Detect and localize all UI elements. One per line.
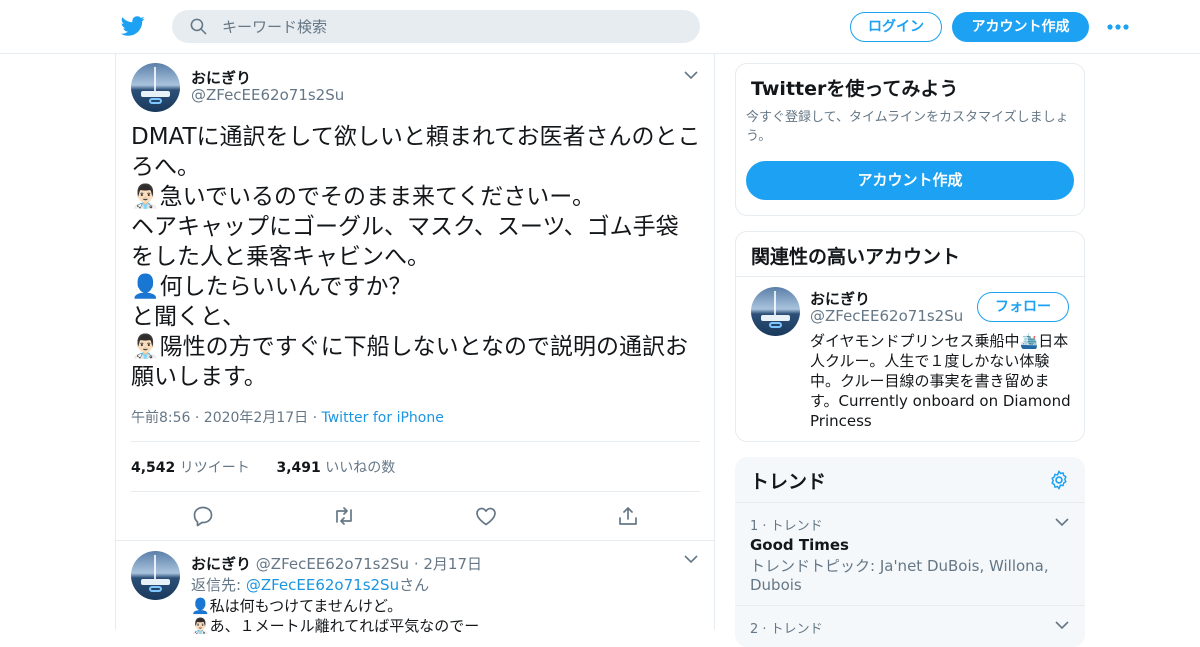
tweet-source-link[interactable]: Twitter for iPhone — [322, 410, 444, 426]
share-icon[interactable] — [616, 504, 640, 528]
reply-author-handle[interactable]: @ZFecEE62o71s2Su — [256, 555, 409, 573]
related-account-bio: ダイヤモンドプリンセス乗船中🛳️日本人クルー。人生で１度しかない体験中。クルー目… — [810, 332, 1071, 430]
trend-rank: 2 · トレンド — [750, 622, 823, 637]
reply-date[interactable]: · 2月17日 — [414, 555, 482, 573]
divider — [131, 491, 700, 492]
retweet-count: 4,542 — [131, 460, 176, 476]
reply-icon[interactable] — [191, 504, 215, 528]
gear-icon[interactable] — [1048, 469, 1070, 491]
reply-text-line: 👤私は何もつけてませんけど。 — [191, 597, 403, 615]
retweet-label: リツイート — [175, 460, 250, 476]
reply-prefix: 返信先: — [191, 576, 246, 594]
top-bar: ログイン アカウント作成 — [0, 0, 1200, 54]
reply-suffix: さん — [399, 576, 430, 594]
chevron-down-icon[interactable] — [1055, 620, 1069, 630]
follow-button[interactable]: フォロー — [977, 292, 1069, 322]
trend-name[interactable]: Good Times — [750, 536, 849, 554]
like-stat[interactable]: 3,491 いいねの数 — [276, 460, 395, 476]
replying-to: 返信先: @ZFecEE62o71s2Suさん — [191, 574, 429, 595]
signup-button[interactable]: アカウント作成 — [952, 12, 1089, 42]
trends-card: トレンド 1 · トレンド Good Times トレンドトピック: Ja'ne… — [735, 457, 1085, 647]
chevron-down-icon[interactable] — [684, 70, 698, 80]
like-label: いいねの数 — [320, 460, 396, 476]
card-title: Twitterを使ってみよう — [751, 78, 959, 100]
divider — [131, 441, 700, 442]
reply-avatar[interactable] — [131, 551, 180, 600]
related-avatar[interactable] — [751, 287, 800, 336]
like-heart-icon[interactable] — [474, 504, 498, 528]
reply-to-link[interactable]: @ZFecEE62o71s2Su — [246, 576, 399, 594]
tweet-text: DMATに通訳をして欲しいと頼まれてお医者さんのところへ。 👨🏻‍⚕️急いでいる… — [131, 124, 701, 390]
like-count: 3,491 — [276, 460, 321, 476]
create-account-button[interactable]: アカウント作成 — [746, 161, 1074, 200]
retweet-icon[interactable] — [332, 504, 356, 528]
search-box[interactable] — [172, 10, 700, 43]
author-handle[interactable]: @ZFecEE62o71s2Su — [191, 86, 344, 104]
meta-separator: · — [308, 410, 322, 426]
author-name[interactable]: おにぎり — [191, 67, 251, 88]
avatar[interactable] — [131, 63, 180, 112]
reply-text-line: 👨🏻‍⚕️あ、１メートル離れてれば平気なのでー — [191, 617, 480, 635]
login-button[interactable]: ログイン — [850, 12, 942, 42]
tweet-meta: 午前8:56 · 2020年2月17日 · Twitter for iPhone — [131, 407, 444, 427]
tweet-timestamp[interactable]: 午前8:56 · 2020年2月17日 — [131, 410, 308, 426]
divider — [735, 605, 1085, 606]
related-account-name[interactable]: おにぎり — [810, 288, 870, 309]
search-icon — [190, 18, 207, 35]
tweet-column: おにぎり @ZFecEE62o71s2Su DMATに通訳をして欲しいと頼まれて… — [115, 54, 715, 635]
tweet-stats: 4,542 リツイート 3,491 いいねの数 — [131, 457, 395, 477]
twitter-bird-icon[interactable] — [120, 14, 146, 38]
more-options-icon[interactable] — [1106, 20, 1130, 34]
search-input[interactable] — [222, 14, 682, 39]
card-title: 関連性の高いアカウント — [751, 246, 961, 268]
chevron-down-icon[interactable] — [684, 554, 698, 564]
related-accounts-card: 関連性の高いアカウント おにぎり @ZFecEE62o71s2Su フォロー ダ… — [735, 231, 1085, 442]
retweet-stat[interactable]: 4,542 リツイート — [131, 460, 250, 476]
card-title: トレンド — [750, 471, 827, 493]
reply-author-name[interactable]: おにぎり — [191, 555, 251, 573]
trend-topics: トレンドトピック: Ja'net DuBois, Willona, Dubois — [750, 557, 1049, 594]
related-account-handle[interactable]: @ZFecEE62o71s2Su — [810, 307, 963, 325]
reply-header: おにぎり @ZFecEE62o71s2Su · 2月17日 — [191, 553, 482, 574]
divider — [736, 276, 1084, 277]
try-twitter-card: Twitterを使ってみよう 今すぐ登録して、タイムラインをカスタマイズしましょ… — [735, 63, 1085, 216]
divider — [735, 502, 1085, 503]
chevron-down-icon[interactable] — [1055, 517, 1069, 527]
trend-rank: 1 · トレンド — [750, 519, 823, 534]
divider — [116, 540, 714, 541]
card-description: 今すぐ登録して、タイムラインをカスタマイズしましょう。 — [746, 110, 1069, 144]
